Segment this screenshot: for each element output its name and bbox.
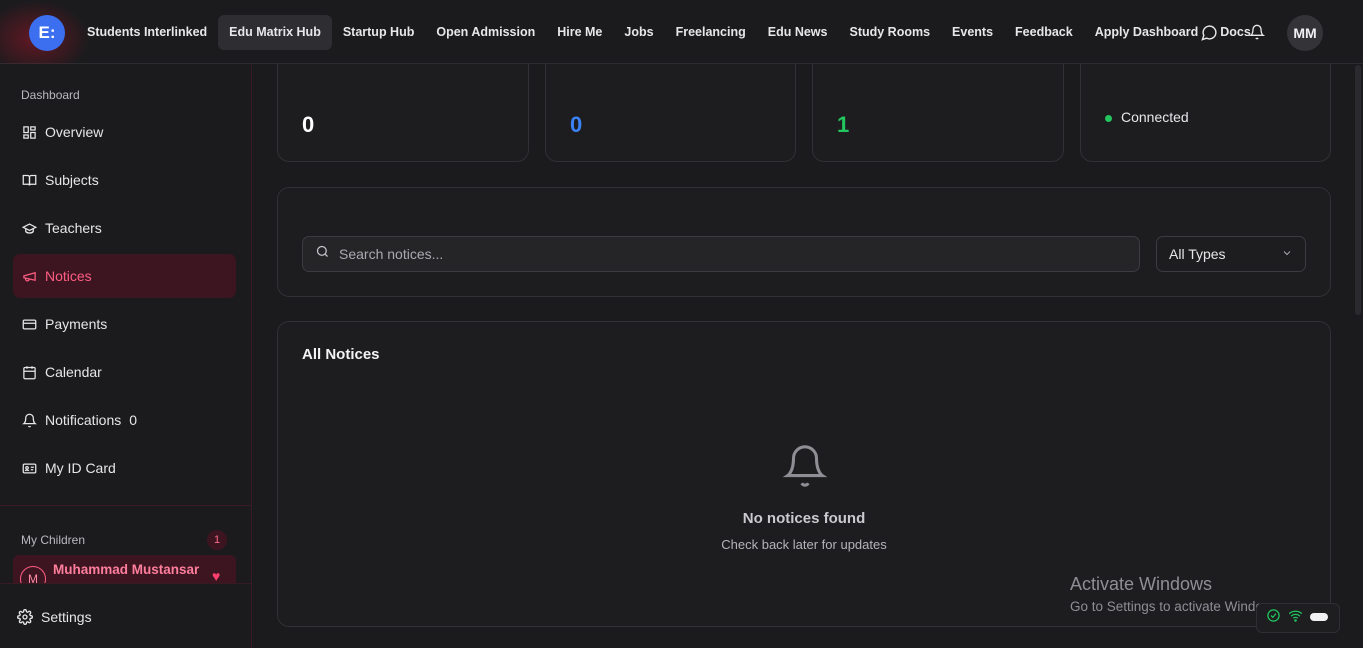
- status-dot: [1105, 114, 1112, 122]
- sidebar-item-notifications[interactable]: Notifications 0: [13, 398, 236, 442]
- grid-icon: [21, 124, 37, 140]
- heart-icon: ♥: [212, 568, 221, 583]
- search-input[interactable]: [339, 246, 1119, 262]
- activation-watermark-subtitle: Go to Settings to activate Windows.: [1070, 599, 1284, 614]
- sidebar-item-label: Calendar: [45, 364, 102, 380]
- sidebar-divider: [0, 505, 252, 506]
- nav-jobs[interactable]: Jobs: [613, 15, 664, 50]
- nav-freelancing[interactable]: Freelancing: [665, 15, 757, 50]
- sidebar-item-label: Teachers: [45, 220, 102, 236]
- nav-hire-me[interactable]: Hire Me: [546, 15, 613, 50]
- activation-watermark-title: Activate Windows: [1070, 574, 1213, 594]
- stat-value: 0: [302, 112, 315, 137]
- sidebar-item-subjects[interactable]: Subjects: [13, 158, 236, 202]
- nav-apply-dashboard[interactable]: Apply Dashboard: [1084, 15, 1210, 50]
- stat-value: 0: [570, 112, 583, 137]
- connection-status: Connected: [1105, 109, 1189, 125]
- sidebar-item-label: Payments: [45, 316, 108, 332]
- empty-state-subtitle: Check back later for updates: [721, 537, 887, 552]
- nav-study-rooms[interactable]: Study Rooms: [838, 15, 941, 50]
- sidebar-item-notices[interactable]: Notices: [13, 254, 236, 298]
- nav-open-admission[interactable]: Open Admission: [425, 15, 546, 50]
- filter-card: All Types: [277, 187, 1331, 297]
- credit-card-icon: [21, 316, 37, 332]
- sidebar-item-teachers[interactable]: Teachers: [13, 206, 236, 250]
- user-avatar[interactable]: MM: [1287, 15, 1323, 51]
- search-icon: [315, 244, 330, 264]
- id-card-icon: [21, 460, 37, 476]
- child-name: Muhammad Mustansar: [53, 562, 200, 577]
- sidebar-item-label: My ID Card: [45, 460, 116, 476]
- notifications-count: 0: [129, 412, 138, 428]
- system-tray[interactable]: [1256, 603, 1340, 633]
- gear-icon: [17, 609, 33, 625]
- sidebar-item-payments[interactable]: Payments: [13, 302, 236, 346]
- notices-title: All Notices: [302, 346, 380, 363]
- nav-feedback[interactable]: Feedback: [1004, 15, 1084, 50]
- sidebar-item-label: Overview: [45, 124, 104, 140]
- chevron-down-icon: [1281, 246, 1293, 262]
- sidebar: Dashboard Overview Subjects Teachers Not…: [0, 65, 252, 648]
- stat-value: 1: [837, 112, 850, 137]
- type-filter-select[interactable]: All Types: [1156, 236, 1306, 272]
- sidebar-item-label: Notices: [45, 268, 92, 284]
- nav-edu-news[interactable]: Edu News: [757, 15, 839, 50]
- nav-events[interactable]: Events: [941, 15, 1004, 50]
- nav-startup-hub[interactable]: Startup Hub: [332, 15, 426, 50]
- sidebar-item-overview[interactable]: Overview: [13, 110, 236, 154]
- main-nav: Students Interlinked Edu Matrix Hub Star…: [76, 14, 1262, 50]
- wifi-icon: [1288, 608, 1303, 628]
- children-count-badge: 1: [207, 530, 227, 550]
- bell-icon: [782, 442, 828, 495]
- sidebar-item-calendar[interactable]: Calendar: [13, 350, 236, 394]
- sidebar-section-dashboard: Dashboard: [21, 88, 80, 102]
- sidebar-item-label: Subjects: [45, 172, 99, 188]
- nav-edu-matrix-hub[interactable]: Edu Matrix Hub: [218, 14, 332, 50]
- page-scrollbar[interactable]: [1355, 65, 1361, 315]
- sidebar-item-my-id-card[interactable]: My ID Card: [13, 446, 236, 490]
- app-logo[interactable]: E:: [29, 15, 65, 51]
- child-card[interactable]: M Muhammad Mustansar ♥: [13, 555, 236, 583]
- sidebar-divider: [0, 583, 252, 584]
- megaphone-icon: [21, 268, 37, 284]
- book-open-icon: [21, 172, 37, 188]
- sidebar-section-my-children: My Children: [21, 533, 86, 547]
- battery-icon: [1309, 609, 1330, 627]
- nav-students-interlinked[interactable]: Students Interlinked: [76, 15, 218, 50]
- settings-label: Settings: [41, 609, 92, 625]
- sidebar-item-label: Notifications: [45, 412, 122, 428]
- type-filter-value: All Types: [1169, 246, 1226, 262]
- search-box[interactable]: [302, 236, 1140, 272]
- settings-link[interactable]: Settings: [17, 605, 92, 629]
- connection-status-label: Connected: [1121, 109, 1189, 125]
- child-avatar: M: [20, 566, 46, 583]
- graduation-cap-icon: [21, 220, 37, 236]
- chat-bubble-icon[interactable]: [1197, 20, 1221, 44]
- empty-state-title: No notices found: [742, 510, 866, 527]
- bell-icon[interactable]: [1245, 20, 1269, 44]
- top-navigation-bar: E: Students Interlinked Edu Matrix Hub S…: [0, 0, 1363, 64]
- calendar-icon: [21, 364, 37, 380]
- check-circle-icon: [1266, 608, 1281, 628]
- bell-icon: [21, 412, 37, 428]
